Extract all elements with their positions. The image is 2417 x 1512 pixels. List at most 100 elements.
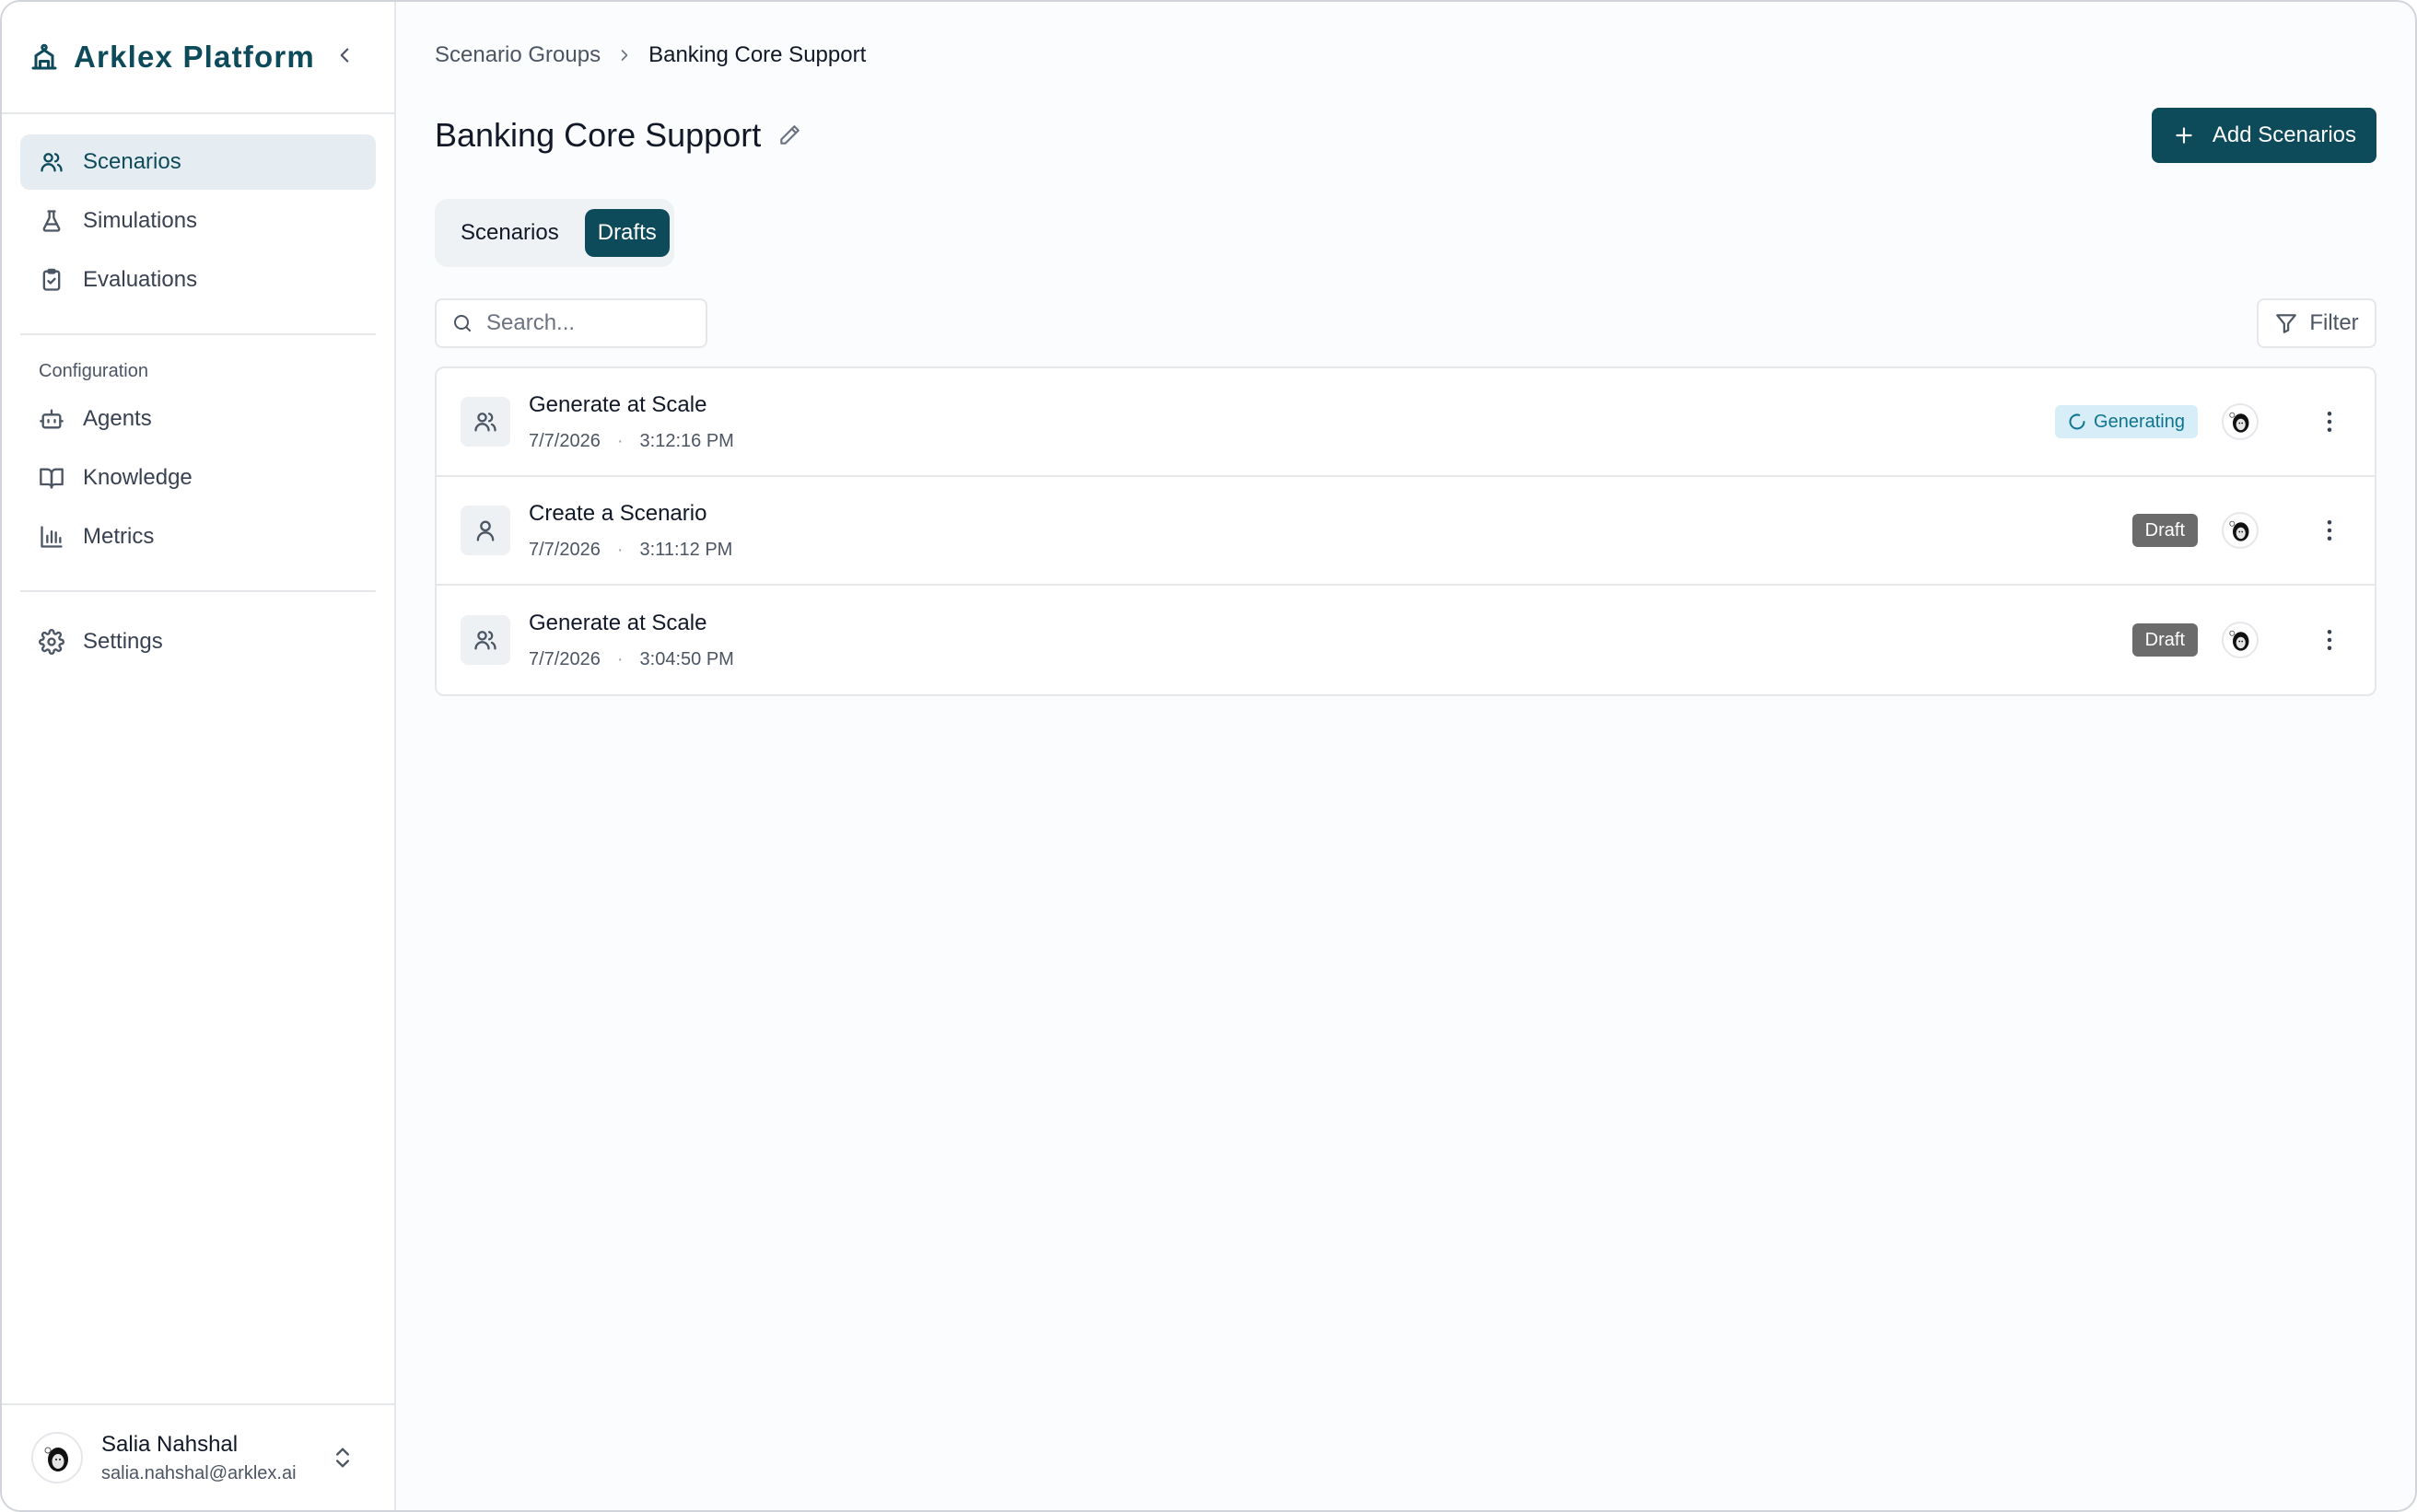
- add-scenarios-label: Add Scenarios: [2212, 122, 2356, 147]
- avatar-icon: [2229, 630, 2249, 651]
- page-title: Banking Core Support: [435, 116, 762, 154]
- sidebar-divider: [20, 590, 376, 592]
- more-vertical-icon[interactable]: [2316, 408, 2343, 436]
- row-time: 3:04:50 PM: [639, 648, 734, 669]
- row-time: 3:11:12 PM: [639, 539, 733, 560]
- status-badge: Generating: [2055, 405, 2198, 438]
- plus-icon: [2176, 127, 2192, 144]
- row-meta: 7/7/2026 · 3:11:12 PM: [529, 540, 2132, 561]
- status-label: Draft: [2144, 629, 2185, 650]
- avatar: [2222, 622, 2259, 658]
- sidebar-item-label: Metrics: [83, 524, 155, 549]
- title-row: Banking Core Support Add Scenarios: [435, 107, 2376, 164]
- row-date: 7/7/2026: [529, 539, 601, 560]
- app-window: Arklex Platform Scenarios Simulations Ev…: [0, 0, 2417, 1512]
- breadcrumb-link-scenario-groups[interactable]: Scenario Groups: [435, 42, 601, 68]
- main-content: Scenario Groups Banking Core Support Ban…: [396, 2, 2415, 1510]
- bar-chart-icon: [41, 526, 63, 548]
- sidebar-item-knowledge[interactable]: Knowledge: [20, 450, 376, 506]
- sidebar-item-simulations[interactable]: Simulations: [20, 193, 376, 249]
- sidebar-item-evaluations[interactable]: Evaluations: [20, 252, 376, 308]
- flask-icon: [42, 210, 61, 232]
- meta-separator: ·: [616, 539, 624, 560]
- clipboard-check-icon: [42, 268, 61, 291]
- avatar: [31, 1432, 83, 1483]
- row-title: Create a Scenario: [529, 500, 707, 526]
- gear-icon: [39, 629, 64, 655]
- sidebar-item-agents[interactable]: Agents: [20, 391, 376, 447]
- collapse-sidebar-button[interactable]: [332, 42, 357, 68]
- user-name: Salia Nahshal: [101, 1431, 239, 1457]
- status-badge: Draft: [2131, 514, 2198, 547]
- row-type-icon: [461, 397, 510, 447]
- chevron-right-icon: [621, 50, 628, 61]
- chevron-left-icon: [340, 48, 349, 63]
- row-type-icon: [461, 615, 510, 665]
- configuration-section-label: Configuration: [39, 361, 148, 381]
- tab-scenarios[interactable]: Scenarios: [442, 209, 578, 257]
- users-icon: [41, 153, 63, 172]
- row-text: Generate at Scale 7/7/2026 · 3:12:16 PM: [529, 392, 2055, 452]
- breadcrumb-current: Banking Core Support: [648, 42, 867, 67]
- toolbar: Filter: [435, 298, 2376, 348]
- status-label: Draft: [2144, 519, 2185, 541]
- config-nav: Agents Knowledge Metrics: [2, 391, 394, 568]
- user-email: salia.nahshal@arklex.ai: [101, 1462, 297, 1483]
- filter-button[interactable]: Filter: [2257, 298, 2376, 348]
- bot-icon: [40, 409, 64, 429]
- row-date: 7/7/2026: [529, 648, 601, 669]
- filter-label: Filter: [2309, 310, 2359, 335]
- avatar-icon: [2229, 520, 2249, 541]
- sidebar-item-label: Scenarios: [83, 149, 181, 174]
- sidebar-item-metrics[interactable]: Metrics: [20, 509, 376, 564]
- row-date: 7/7/2026: [529, 430, 601, 451]
- search-input[interactable]: [486, 310, 689, 336]
- book-icon: [40, 468, 64, 489]
- users-icon: [474, 413, 496, 432]
- sidebar-item-scenarios[interactable]: Scenarios: [20, 134, 376, 190]
- list-item[interactable]: Create a Scenario 7/7/2026 · 3:11:12 PM …: [437, 477, 2375, 586]
- sidebar-item-label: Knowledge: [83, 465, 193, 490]
- brand-header: Arklex Platform: [2, 2, 394, 114]
- sidebar-item-label: Agents: [83, 406, 152, 431]
- row-meta: 7/7/2026 · 3:04:50 PM: [529, 649, 2132, 670]
- row-text: Generate at Scale 7/7/2026 · 3:04:50 PM: [529, 611, 2132, 670]
- breadcrumb: Scenario Groups Banking Core Support: [435, 42, 866, 68]
- row-meta: 7/7/2026 · 3:12:16 PM: [529, 431, 2055, 452]
- status-label: Generating: [2094, 411, 2185, 432]
- user-info: Salia Nahshal salia.nahshal@arklex.ai: [101, 1432, 330, 1484]
- add-scenarios-button[interactable]: Add Scenarios: [2151, 108, 2376, 163]
- row-time: 3:12:16 PM: [639, 430, 734, 451]
- avatar: [2222, 403, 2259, 440]
- tab-drafts[interactable]: Drafts: [584, 209, 670, 257]
- meta-separator: ·: [616, 648, 624, 669]
- row-text: Create a Scenario 7/7/2026 · 3:11:12 PM: [529, 501, 2132, 561]
- app-name: Arklex Platform: [74, 40, 315, 74]
- users-icon: [474, 631, 496, 650]
- tabs: Scenarios Drafts: [435, 199, 674, 267]
- sidebar-divider: [20, 333, 376, 335]
- edit-title-icon[interactable]: [777, 123, 801, 147]
- list-item[interactable]: Generate at Scale 7/7/2026 · 3:04:50 PM …: [437, 586, 2375, 694]
- user-menu[interactable]: Salia Nahshal salia.nahshal@arklex.ai: [2, 1403, 394, 1510]
- row-title: Generate at Scale: [529, 391, 707, 417]
- loader-icon: [2069, 413, 2085, 430]
- sidebar-item-settings[interactable]: Settings: [20, 614, 376, 669]
- avatar: [2222, 512, 2259, 549]
- row-title: Generate at Scale: [529, 610, 707, 635]
- more-vertical-icon[interactable]: [2316, 517, 2343, 544]
- sidebar-item-label: Evaluations: [83, 267, 198, 292]
- scenario-list: Generate at Scale 7/7/2026 · 3:12:16 PM …: [435, 366, 2376, 696]
- list-item[interactable]: Generate at Scale 7/7/2026 · 3:12:16 PM …: [437, 368, 2375, 477]
- sidebar: Arklex Platform Scenarios Simulations Ev…: [2, 2, 396, 1510]
- row-type-icon: [461, 506, 510, 555]
- filter-icon: [2276, 314, 2297, 333]
- status-badge: Draft: [2131, 623, 2198, 657]
- chevrons-up-down-icon: [336, 1448, 349, 1468]
- sidebar-item-label: Settings: [83, 629, 163, 654]
- search-box: [435, 298, 707, 348]
- meta-separator: ·: [616, 430, 624, 451]
- logo-icon: [31, 43, 57, 70]
- more-vertical-icon[interactable]: [2316, 626, 2343, 654]
- search-icon: [454, 315, 471, 331]
